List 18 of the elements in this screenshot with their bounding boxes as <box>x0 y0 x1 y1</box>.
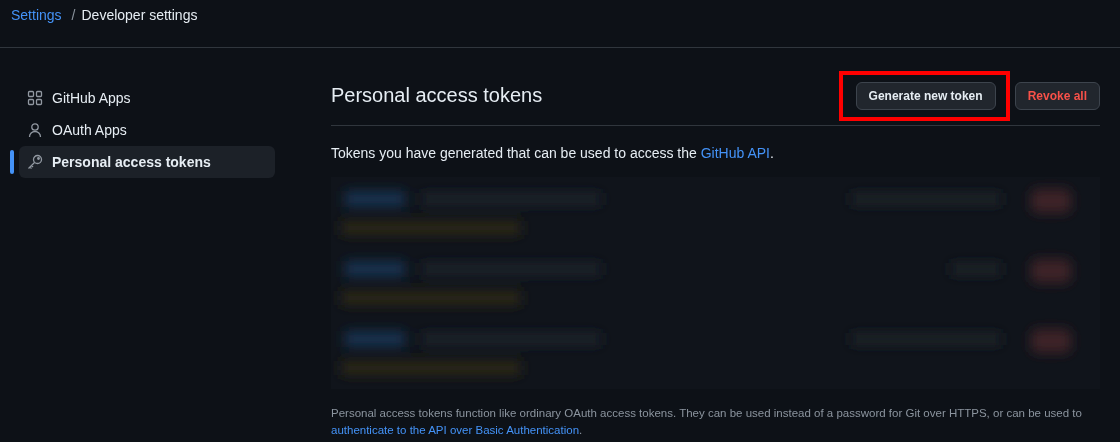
description-text: Tokens you have generated that can be used to access the GitHub API. <box>331 145 775 161</box>
person-icon <box>27 122 43 138</box>
sidebar-item[interactable]: OAuth Apps <box>19 114 275 146</box>
generate-token-button[interactable]: Generate new token <box>855 81 996 110</box>
sidebar-item-label: OAuth Apps <box>52 122 127 138</box>
page-title: Personal access tokens <box>331 84 543 107</box>
sidebar-item[interactable]: GitHub Apps <box>19 82 275 114</box>
key-icon <box>27 154 43 170</box>
revoke-all-button[interactable]: Revoke all <box>1014 81 1100 110</box>
grid-icon <box>27 90 43 106</box>
sidebar-item[interactable]: Personal access tokens <box>19 146 275 178</box>
breadcrumb-link[interactable]: Settings <box>11 7 62 23</box>
sidebar-item-label: GitHub Apps <box>52 90 131 106</box>
footer-text: Personal access tokens function like ordinary OAuth access tokens. They can be used instead of a password for Git over HTTPS, or can be used to authenticate to the API over Basic Authentication. <box>331 406 1083 438</box>
breadcrumb-separator: / <box>71 7 76 23</box>
api-link[interactable]: GitHub API <box>700 145 770 161</box>
breadcrumb-current: Developer settings <box>81 7 198 23</box>
sidebar-item-label: Personal access tokens <box>52 154 211 170</box>
